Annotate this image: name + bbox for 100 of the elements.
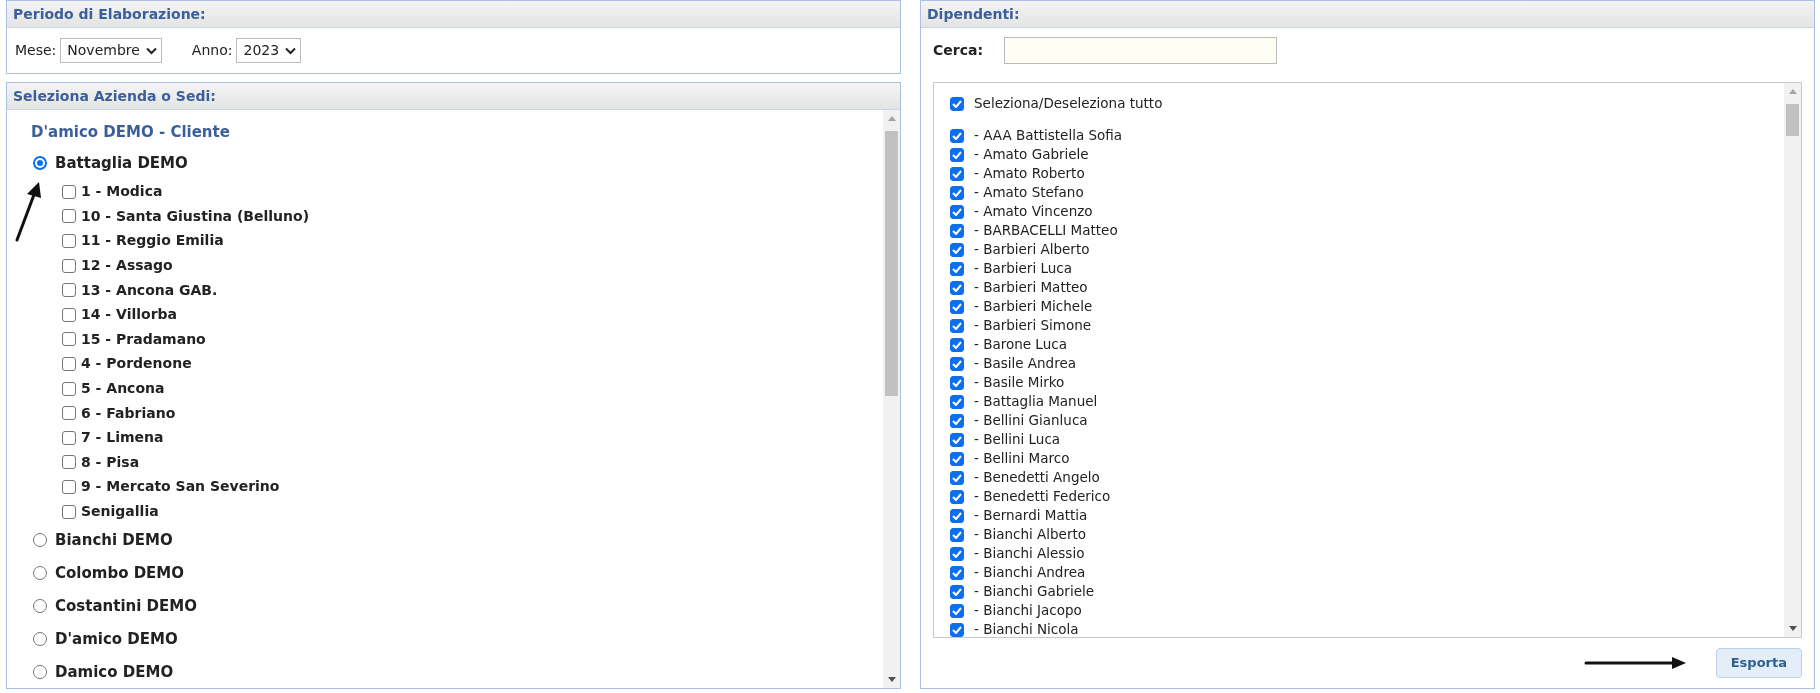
company-label[interactable]: Costantini DEMO bbox=[55, 595, 197, 618]
checkbox[interactable] bbox=[950, 261, 964, 276]
checkbox[interactable] bbox=[950, 318, 964, 333]
company-label[interactable]: D'amico DEMO bbox=[55, 628, 178, 651]
site-label[interactable]: 5 - Ancona bbox=[81, 378, 165, 400]
employee-label[interactable]: - Bianchi Gabriele bbox=[974, 581, 1094, 602]
checkbox[interactable] bbox=[62, 283, 76, 298]
checkbox[interactable] bbox=[950, 565, 964, 580]
checkbox[interactable] bbox=[950, 394, 964, 409]
employee-label[interactable]: - AAA Battistella Sofia bbox=[974, 125, 1123, 146]
checkbox[interactable] bbox=[62, 504, 76, 519]
checkbox[interactable] bbox=[62, 234, 76, 248]
radio-button[interactable] bbox=[33, 632, 47, 647]
employee-label[interactable]: - BARBACELLI Matteo bbox=[974, 220, 1118, 241]
employee-label[interactable]: - Barbieri Matteo bbox=[974, 277, 1088, 298]
checkbox[interactable] bbox=[950, 337, 964, 352]
checkbox[interactable] bbox=[950, 204, 964, 219]
site-label[interactable]: 4 - Pordenone bbox=[81, 353, 192, 375]
site-label[interactable]: 8 - Pisa bbox=[81, 451, 140, 473]
site-label[interactable]: 14 - Villorba bbox=[81, 304, 178, 326]
site-label[interactable]: 11 - Reggio Emilia bbox=[81, 230, 224, 252]
checkbox[interactable] bbox=[950, 185, 964, 200]
site-label[interactable]: 13 - Ancona GAB. bbox=[81, 279, 218, 301]
search-field[interactable] bbox=[1004, 36, 1278, 64]
site-label[interactable]: 10 - Santa Giustina (Belluno) bbox=[81, 205, 310, 227]
checkbox[interactable] bbox=[950, 546, 964, 561]
checkbox[interactable] bbox=[62, 479, 76, 494]
checkbox[interactable] bbox=[950, 96, 964, 111]
checkbox[interactable] bbox=[950, 280, 964, 295]
site-label[interactable]: 9 - Mercato San Severino bbox=[81, 476, 280, 498]
company-label[interactable]: Damico DEMO bbox=[55, 661, 174, 684]
month-select[interactable]: Novembre bbox=[60, 38, 162, 63]
employee-label[interactable]: - Bellini Luca bbox=[974, 429, 1061, 450]
site-label[interactable]: 6 - Fabriano bbox=[81, 402, 176, 424]
site-label[interactable]: 7 - Limena bbox=[81, 427, 164, 449]
checkbox[interactable] bbox=[950, 223, 964, 238]
scrollbar[interactable] bbox=[883, 110, 900, 688]
employee-label[interactable]: - Barbieri Luca bbox=[974, 258, 1072, 279]
employee-label[interactable]: - Bianchi Jacopo bbox=[974, 600, 1082, 621]
checkbox[interactable] bbox=[950, 432, 964, 447]
employee-label[interactable]: - Bianchi Alberto bbox=[974, 524, 1086, 545]
checkbox[interactable] bbox=[950, 622, 964, 637]
checkbox[interactable] bbox=[950, 584, 964, 599]
checkbox[interactable] bbox=[62, 332, 76, 347]
checkbox[interactable] bbox=[950, 489, 964, 504]
site-label[interactable]: 15 - Pradamano bbox=[81, 328, 206, 350]
employee-label[interactable]: - Bernardi Mattia bbox=[974, 505, 1088, 526]
checkbox[interactable] bbox=[62, 381, 76, 396]
checkbox[interactable] bbox=[950, 166, 964, 181]
scrollbar[interactable] bbox=[1784, 83, 1801, 637]
employee-label[interactable]: - Bellini Gianluca bbox=[974, 410, 1088, 431]
checkbox[interactable] bbox=[950, 147, 964, 162]
employee-label[interactable]: - Basile Mirko bbox=[974, 372, 1065, 393]
checkbox[interactable] bbox=[62, 430, 76, 445]
checkbox[interactable] bbox=[62, 258, 76, 273]
employee-label[interactable]: - Barone Luca bbox=[974, 334, 1067, 355]
company-label[interactable]: Colombo DEMO bbox=[55, 562, 185, 585]
employee-label[interactable]: - Basile Andrea bbox=[974, 353, 1077, 374]
checkbox[interactable] bbox=[950, 375, 964, 390]
site-label[interactable]: 1 - Modica bbox=[81, 181, 163, 203]
scroll-thumb[interactable] bbox=[885, 131, 898, 396]
radio-button[interactable] bbox=[33, 533, 47, 548]
employee-label[interactable]: - Amato Vincenzo bbox=[974, 201, 1093, 222]
site-label[interactable]: Senigallia bbox=[81, 501, 159, 522]
checkbox[interactable] bbox=[950, 242, 964, 257]
checkbox[interactable] bbox=[62, 406, 76, 421]
employee-label[interactable]: - Barbieri Alberto bbox=[974, 239, 1090, 260]
company-label[interactable]: Bianchi DEMO bbox=[55, 529, 173, 552]
scroll-down-icon[interactable] bbox=[1788, 626, 1797, 631]
radio-button[interactable] bbox=[33, 156, 47, 170]
employee-label[interactable]: - Bianchi Alessio bbox=[974, 543, 1085, 564]
company-label[interactable]: Battaglia DEMO bbox=[55, 151, 188, 175]
checkbox[interactable] bbox=[62, 209, 76, 224]
checkbox[interactable] bbox=[62, 184, 76, 199]
checkbox[interactable] bbox=[950, 527, 964, 542]
employee-label[interactable]: - Amato Stefano bbox=[974, 182, 1084, 203]
employee-label[interactable]: - Bellini Marco bbox=[974, 448, 1070, 469]
employee-label[interactable]: - Bianchi Andrea bbox=[974, 562, 1086, 583]
checkbox[interactable] bbox=[950, 128, 964, 143]
employee-label[interactable]: - Amato Gabriele bbox=[974, 144, 1089, 165]
employee-label[interactable]: - Benedetti Federico bbox=[974, 486, 1111, 507]
radio-button[interactable] bbox=[33, 599, 47, 614]
employee-label[interactable]: - Battaglia Manuel bbox=[974, 391, 1098, 412]
radio-button[interactable] bbox=[33, 665, 47, 680]
site-label[interactable]: 12 - Assago bbox=[81, 255, 173, 277]
checkbox[interactable] bbox=[950, 470, 964, 485]
scroll-thumb[interactable] bbox=[1786, 104, 1799, 136]
employee-label[interactable]: - Bianchi Nicola bbox=[974, 619, 1079, 637]
checkbox[interactable] bbox=[950, 603, 964, 618]
checkbox[interactable] bbox=[950, 451, 964, 466]
employee-label[interactable]: - Barbieri Simone bbox=[974, 315, 1092, 336]
checkbox[interactable] bbox=[950, 413, 964, 428]
year-select[interactable]: 2023 bbox=[236, 38, 302, 63]
employee-label[interactable]: - Barbieri Michele bbox=[974, 296, 1093, 317]
export-button[interactable]: Esporta bbox=[1715, 648, 1802, 678]
employee-label[interactable]: - Amato Roberto bbox=[974, 163, 1085, 184]
employee-label[interactable]: - Benedetti Angelo bbox=[974, 467, 1100, 488]
checkbox[interactable] bbox=[62, 307, 76, 322]
select-all-label[interactable]: Seleziona/Deseleziona tutto bbox=[974, 93, 1163, 114]
checkbox[interactable] bbox=[950, 299, 964, 314]
